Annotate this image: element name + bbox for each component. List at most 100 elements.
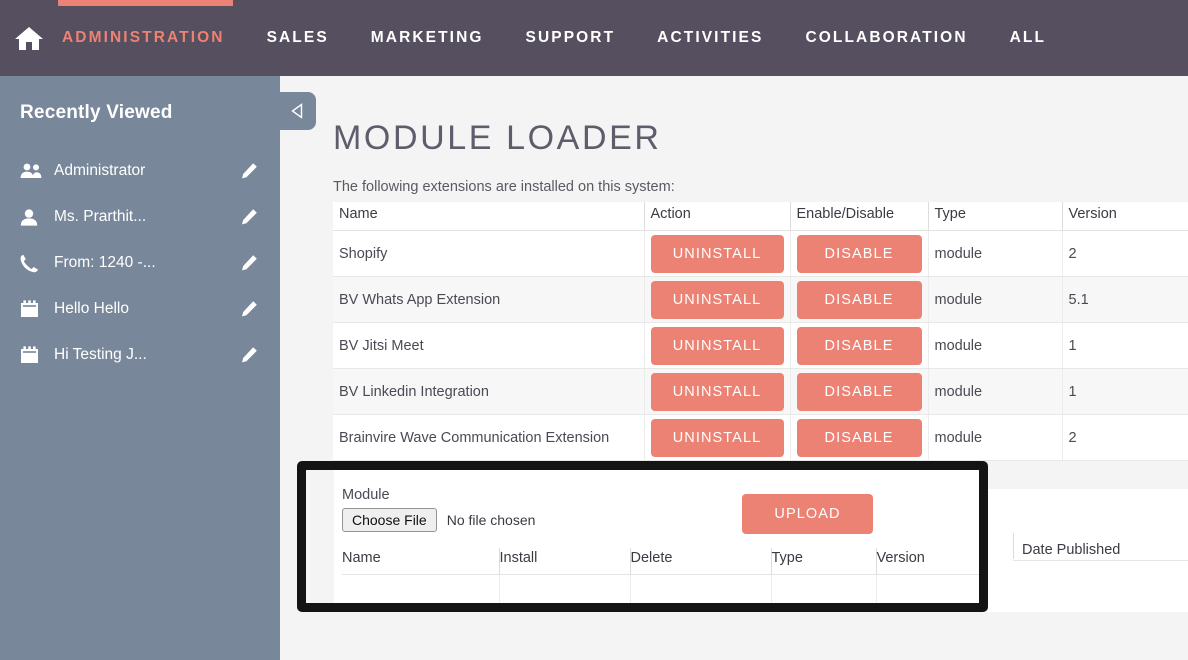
column-header-rule [1013,560,1188,561]
empty-cell [499,574,631,603]
installed-extensions-table: Name Action Enable/Disable Type Version … [333,202,1188,461]
upload-panel: Module Choose File No file chosen UPLOAD… [334,470,979,603]
column-header-date-published: Date Published [1022,542,1121,558]
upload-panel-highlight-box: Module Choose File No file chosen UPLOAD… [297,461,988,612]
column-header-delete: Delete [630,548,772,575]
phone-icon [20,254,46,273]
sidebar-item-label: Administrator [54,162,146,179]
pencil-icon[interactable] [238,298,260,320]
users-icon [20,163,46,179]
table-row: BV Linkedin Integration UNINSTALL DISABL… [333,368,1188,415]
uninstall-button[interactable]: UNINSTALL [650,372,784,411]
sidebar-title: Recently Viewed [20,102,173,123]
cell-type: module [928,276,1063,323]
empty-cell [771,574,877,603]
disable-button[interactable]: DISABLE [796,234,922,273]
nav-item-administration[interactable]: ADMINISTRATION [62,21,225,55]
module-field-label: Module [342,487,390,503]
user-icon [20,208,46,226]
cell-type: module [928,322,1063,369]
column-header-type: Type [928,202,1063,231]
uninstall-button[interactable]: UNINSTALL [650,418,784,457]
sidebar-item-label: From: 1240 -... [54,254,156,271]
sidebar-item-label: Hi Testing J... [54,346,147,363]
nav-item-support[interactable]: SUPPORT [526,21,616,55]
disable-button[interactable]: DISABLE [796,372,922,411]
pencil-icon[interactable] [238,160,260,182]
sidebar-item-label: Hello Hello [54,300,129,317]
top-navigation-bar: ADMINISTRATION SALES MARKETING SUPPORT A… [0,0,1188,76]
cell-extension-name: BV Whats App Extension [333,276,645,323]
choose-file-button[interactable]: Choose File [342,508,437,532]
upload-panel-backdrop: Module Choose File No file chosen UPLOAD… [306,470,979,603]
nav-item-activities[interactable]: ACTIVITIES [657,21,763,55]
panel-top-strip [988,461,1188,489]
cell-version: 2 [1062,414,1188,461]
upload-button[interactable]: UPLOAD [742,494,873,534]
uploaded-modules-body [342,574,979,603]
sidebar-item-label: Ms. Prarthit... [54,208,147,225]
sidebar-item-list: Administrator Ms. Prarthit... From: 1240… [0,148,280,378]
cell-action: UNINSTALL [644,276,791,323]
home-icon[interactable] [10,18,48,58]
table-row: Brainvire Wave Communication Extension U… [333,414,1188,461]
disable-button[interactable]: DISABLE [796,280,922,319]
disable-button[interactable]: DISABLE [796,326,922,365]
calendar-icon [20,346,46,364]
table-row: Shopify UNINSTALL DISABLE module 2 [333,230,1188,277]
pencil-icon[interactable] [238,344,260,366]
cell-enable-disable: DISABLE [790,230,929,277]
cell-enable-disable: DISABLE [790,322,929,369]
column-header-name: Name [342,548,500,575]
nav-item-collaboration[interactable]: COLLABORATION [805,21,967,55]
uninstall-button[interactable]: UNINSTALL [650,234,784,273]
cell-type: module [928,368,1063,415]
date-published-column: Date Published [988,461,1188,612]
cell-version: 2 [1062,230,1188,277]
nav-item-sales[interactable]: SALES [267,21,329,55]
nav-item-marketing[interactable]: MARKETING [371,21,484,55]
cell-action: UNINSTALL [644,230,791,277]
active-tab-accent-bar [58,0,233,6]
column-header-name: Name [333,202,645,231]
cell-action: UNINSTALL [644,414,791,461]
column-header-version: Version [876,548,979,575]
cell-action: UNINSTALL [644,322,791,369]
pencil-icon[interactable] [238,206,260,228]
sidebar-item-administrator[interactable]: Administrator [0,148,280,194]
sidebar-item-from-1240[interactable]: From: 1240 -... [0,240,280,286]
column-header-type: Type [771,548,877,575]
table-row: BV Whats App Extension UNINSTALL DISABLE… [333,276,1188,323]
empty-cell [876,574,979,603]
table-header-row: Name Action Enable/Disable Type Version [333,202,1188,231]
cell-extension-name: BV Jitsi Meet [333,322,645,369]
cell-action: UNINSTALL [644,368,791,415]
cell-extension-name: Shopify [333,230,645,277]
sidebar-item-ms-prarthit[interactable]: Ms. Prarthit... [0,194,280,240]
empty-cell [342,574,500,603]
nav-item-all[interactable]: ALL [1010,21,1046,55]
page-title: MODULE LOADER [333,119,662,157]
empty-row [342,574,979,603]
pencil-icon[interactable] [238,252,260,274]
disable-button[interactable]: DISABLE [796,418,922,457]
cell-type: module [928,414,1063,461]
column-header-action: Action [644,202,791,231]
empty-cell [630,574,772,603]
sidebar-item-hi-testing-j[interactable]: Hi Testing J... [0,332,280,378]
cell-type: module [928,230,1063,277]
column-header-enable-disable: Enable/Disable [790,202,929,231]
cell-extension-name: BV Linkedin Integration [333,368,645,415]
cell-version: 1 [1062,322,1188,369]
calendar-icon [20,300,46,318]
cell-version: 5.1 [1062,276,1188,323]
uninstall-button[interactable]: UNINSTALL [650,326,784,365]
cell-extension-name: Brainvire Wave Communication Extension [333,414,645,461]
column-divider [1013,533,1014,559]
sidebar-collapse-toggle[interactable] [280,92,316,130]
cell-version: 1 [1062,368,1188,415]
column-header-install: Install [499,548,631,575]
uninstall-button[interactable]: UNINSTALL [650,280,784,319]
page-subtitle: The following extensions are installed o… [333,179,675,195]
sidebar-item-hello-hello[interactable]: Hello Hello [0,286,280,332]
